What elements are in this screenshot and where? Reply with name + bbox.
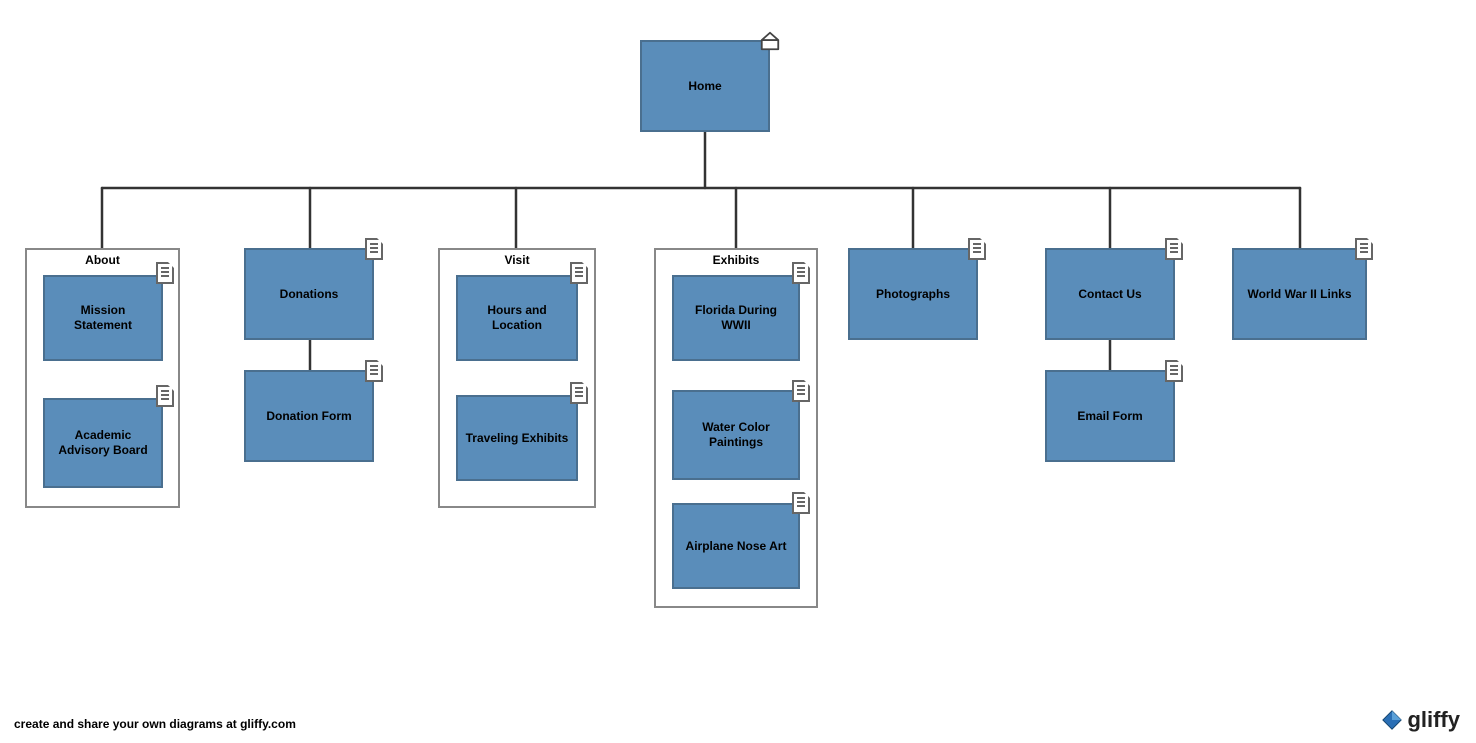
document-icon: [365, 238, 383, 260]
node-label: Traveling Exhibits: [466, 431, 569, 446]
document-icon: [792, 492, 810, 514]
document-icon: [156, 262, 174, 284]
brand-text: gliffy: [1407, 707, 1460, 733]
node-email-form[interactable]: Email Form: [1045, 370, 1175, 462]
node-airplane-nose-art[interactable]: Airplane Nose Art: [672, 503, 800, 589]
node-label: Home: [688, 79, 721, 94]
document-icon: [570, 382, 588, 404]
node-label: Photographs: [876, 287, 950, 302]
node-label: Airplane Nose Art: [686, 539, 787, 554]
node-traveling-exhibits[interactable]: Traveling Exhibits: [456, 395, 578, 481]
node-label: Florida During WWII: [680, 303, 792, 333]
node-watercolor-paintings[interactable]: Water Color Paintings: [672, 390, 800, 480]
brand-logo[interactable]: gliffy: [1381, 707, 1460, 733]
node-label: World War II Links: [1247, 287, 1351, 302]
node-label: Donations: [280, 287, 339, 302]
node-label: Academic Advisory Board: [51, 428, 155, 458]
document-icon: [365, 360, 383, 382]
footer-tagline: create and share your own diagrams at gl…: [14, 717, 296, 731]
brand-icon: [1381, 709, 1403, 731]
node-donations[interactable]: Donations: [244, 248, 374, 340]
node-label: Email Form: [1077, 409, 1142, 424]
document-icon: [570, 262, 588, 284]
node-photographs[interactable]: Photographs: [848, 248, 978, 340]
node-home[interactable]: Home: [640, 40, 770, 132]
document-icon: [156, 385, 174, 407]
node-academic-advisory-board[interactable]: Academic Advisory Board: [43, 398, 163, 488]
document-icon: [792, 380, 810, 402]
node-wwii-links[interactable]: World War II Links: [1232, 248, 1367, 340]
node-label: Donation Form: [266, 409, 351, 424]
document-icon: [1165, 238, 1183, 260]
home-icon: [759, 30, 781, 52]
node-label: Hours and Location: [464, 303, 570, 333]
document-icon: [1165, 360, 1183, 382]
node-contact-us[interactable]: Contact Us: [1045, 248, 1175, 340]
document-icon: [1355, 238, 1373, 260]
node-mission-statement[interactable]: Mission Statement: [43, 275, 163, 361]
node-hours-location[interactable]: Hours and Location: [456, 275, 578, 361]
node-label: Water Color Paintings: [680, 420, 792, 450]
document-icon: [792, 262, 810, 284]
node-donation-form[interactable]: Donation Form: [244, 370, 374, 462]
diagram-canvas: Home About Mission Statement Academic Ad…: [0, 0, 1476, 743]
node-label: Contact Us: [1078, 287, 1141, 302]
document-icon: [968, 238, 986, 260]
node-label: Mission Statement: [51, 303, 155, 333]
node-florida-wwii[interactable]: Florida During WWII: [672, 275, 800, 361]
